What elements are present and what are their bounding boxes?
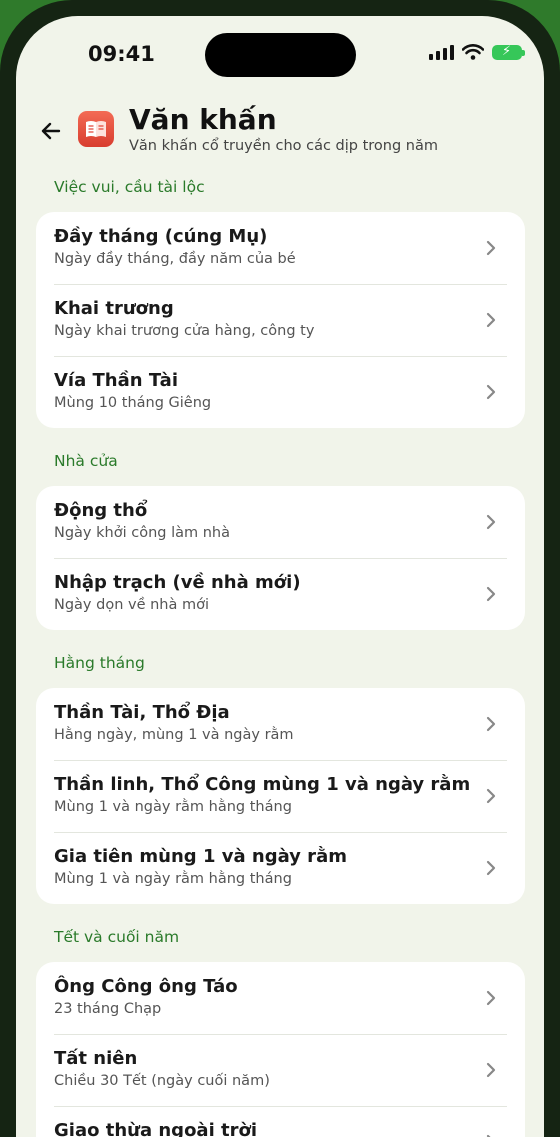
item-subtitle: Mùng 1 và ngày rằm hằng tháng [54, 799, 292, 815]
item-title: Đầy tháng (cúng Mụ) [54, 226, 268, 247]
chevron-right-icon [486, 860, 496, 876]
app-icon [78, 111, 114, 147]
battery-icon: ⚡ [492, 44, 525, 60]
list-item-giao-thua[interactable]: Giao thừa ngoài trời [36, 1106, 525, 1137]
chevron-right-icon [486, 788, 496, 804]
list-item-tat-nien[interactable]: Tất niên Chiều 30 Tết (ngày cuối năm) [36, 1034, 525, 1106]
item-title: Khai trương [54, 298, 174, 319]
section-card-nha-cua: Động thổ Ngày khởi công làm nhà Nhập trạ… [36, 486, 525, 630]
item-subtitle: Chiều 30 Tết (ngày cuối năm) [54, 1073, 270, 1089]
list-item-than-linh-tho-cong[interactable]: Thần linh, Thổ Công mùng 1 và ngày rằm M… [36, 760, 525, 832]
section-title-hang-thang: Hằng tháng [54, 654, 145, 672]
section-title-nha-cua: Nhà cửa [54, 452, 118, 470]
item-title: Nhập trạch (về nhà mới) [54, 572, 301, 593]
item-title: Ông Công ông Táo [54, 976, 238, 997]
item-title: Động thổ [54, 500, 148, 521]
list-item-nhap-trach[interactable]: Nhập trạch (về nhà mới) Ngày dọn về nhà … [36, 558, 525, 630]
list-item-ong-cong-ong-tao[interactable]: Ông Công ông Táo 23 tháng Chạp [36, 962, 525, 1034]
book-icon [86, 121, 106, 137]
item-subtitle: Ngày khởi công làm nhà [54, 525, 230, 541]
screen: 09:41 ⚡ Văn khấn Văn khấn cổ truyền cho … [16, 16, 544, 1137]
list-item-dong-tho[interactable]: Động thổ Ngày khởi công làm nhà [36, 486, 525, 558]
item-subtitle: Hằng ngày, mùng 1 và ngày rằm [54, 727, 294, 743]
item-title: Vía Thần Tài [54, 370, 178, 391]
item-subtitle: Mùng 10 tháng Giêng [54, 395, 212, 411]
status-icons: ⚡ [429, 44, 525, 60]
item-subtitle: Ngày dọn về nhà mới [54, 597, 210, 613]
item-title: Thần Tài, Thổ Địa [54, 702, 230, 723]
item-title: Thần linh, Thổ Công mùng 1 và ngày rằm [54, 774, 471, 795]
item-title: Tất niên [54, 1048, 138, 1069]
back-button[interactable] [36, 116, 66, 146]
chevron-right-icon [486, 312, 496, 328]
phone-frame: 09:41 ⚡ Văn khấn Văn khấn cổ truyền cho … [0, 0, 560, 1137]
list-item-than-tai-tho-dia[interactable]: Thần Tài, Thổ Địa Hằng ngày, mùng 1 và n… [36, 688, 525, 760]
cellular-signal-icon [429, 44, 454, 60]
chevron-right-icon [486, 990, 496, 1006]
page-subtitle: Văn khấn cổ truyền cho các dịp trong năm [129, 138, 438, 154]
item-subtitle: Mùng 1 và ngày rằm hằng tháng [54, 871, 292, 887]
section-card-viec-vui: Đầy tháng (cúng Mụ) Ngày đầy tháng, đầy … [36, 212, 525, 428]
item-subtitle: 23 tháng Chạp [54, 1001, 162, 1017]
chevron-right-icon [486, 586, 496, 602]
item-title: Gia tiên mùng 1 và ngày rằm [54, 846, 347, 867]
chevron-right-icon [486, 240, 496, 256]
dynamic-island [205, 33, 356, 77]
section-card-tet: Ông Công ông Táo 23 tháng Chạp Tất niên … [36, 962, 525, 1137]
chevron-right-icon [486, 1062, 496, 1078]
wifi-icon [462, 44, 484, 60]
section-card-hang-thang: Thần Tài, Thổ Địa Hằng ngày, mùng 1 và n… [36, 688, 525, 904]
item-subtitle: Ngày khai trương cửa hàng, công ty [54, 323, 315, 339]
section-title-viec-vui: Việc vui, cầu tài lộc [54, 178, 205, 196]
item-title: Giao thừa ngoài trời [54, 1120, 258, 1137]
arrow-left-icon [41, 122, 61, 140]
list-item-gia-tien[interactable]: Gia tiên mùng 1 và ngày rằm Mùng 1 và ng… [36, 832, 525, 904]
item-subtitle: Ngày đầy tháng, đầy năm của bé [54, 251, 296, 267]
status-time: 09:41 [88, 42, 155, 66]
list-item-day-thang[interactable]: Đầy tháng (cúng Mụ) Ngày đầy tháng, đầy … [36, 212, 525, 284]
chevron-right-icon [486, 716, 496, 732]
list-item-khai-truong[interactable]: Khai trương Ngày khai trương cửa hàng, c… [36, 284, 525, 356]
chevron-right-icon [486, 1134, 491, 1137]
section-title-tet: Tết và cuối năm [54, 928, 180, 946]
list-item-via-than-tai[interactable]: Vía Thần Tài Mùng 10 tháng Giêng [36, 356, 525, 428]
chevron-right-icon [486, 514, 496, 530]
chevron-right-icon [486, 384, 496, 400]
page-title: Văn khấn [129, 103, 277, 136]
